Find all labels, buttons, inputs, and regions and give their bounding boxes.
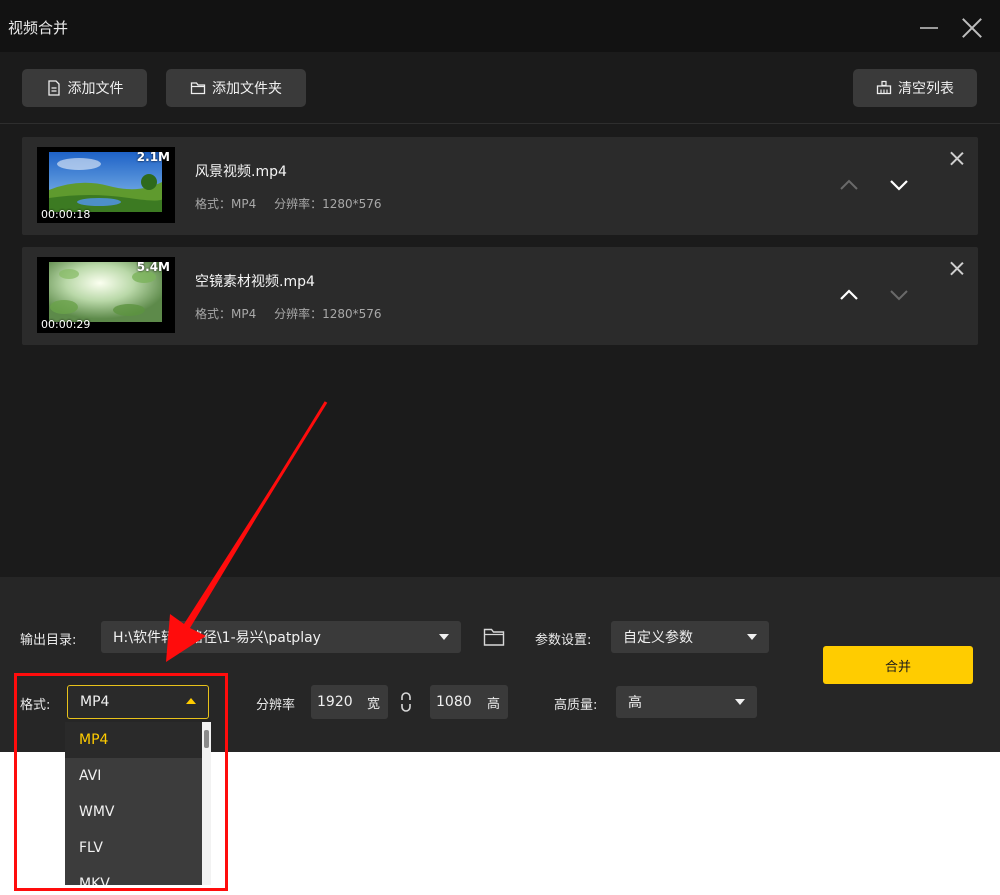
toolbar: 添加文件 添加文件夹 清空列表 [0,52,1000,124]
browse-folder-icon[interactable] [483,627,505,647]
move-up-icon[interactable] [837,283,861,307]
height-value: 1080 [436,694,472,710]
height-unit: 高 [486,697,500,712]
file-name: 空镜素材视频.mp4 [195,274,315,290]
video-duration: 00:00:18 [41,208,91,221]
move-up-icon[interactable] [837,173,861,197]
file-resolution: 分辨率：1280*576 [274,197,382,211]
remove-file-icon[interactable] [949,151,965,167]
output-dir-select[interactable]: H:\软件转换路径\1-易兴\patplay [101,621,461,653]
file-icon [47,80,60,96]
file-size: 2.1M [136,150,170,164]
move-down-icon[interactable] [887,283,911,307]
file-format: 格式：MP4 [195,307,257,321]
window-title: 视频合并 [8,19,69,37]
clear-list-button[interactable]: 清空列表 [853,69,977,107]
add-file-button[interactable]: 添加文件 [22,69,147,107]
file-item: 2.1M 00:00:18 风景视频.mp4 格式：MP4 分辨率：1280*5… [22,137,978,235]
close-icon[interactable] [961,17,983,39]
params-label: 参数设置: [535,633,592,648]
quality-value: 高 [628,695,642,711]
file-resolution: 分辨率：1280*576 [274,307,382,321]
clear-list-label: 清空列表 [898,81,954,97]
folder-icon [190,82,206,95]
params-select[interactable]: 自定义参数 [611,621,769,653]
broom-icon [876,80,892,95]
chevron-down-icon [735,699,745,705]
annotation-highlight-box [14,673,228,891]
width-input[interactable]: 1920 宽 [311,685,388,719]
add-folder-label: 添加文件夹 [212,81,282,97]
file-format: 格式：MP4 [195,197,257,211]
chevron-down-icon [439,634,449,640]
minimize-icon[interactable] [920,27,938,29]
chevron-down-icon [747,634,757,640]
quality-label: 高质量: [554,698,598,713]
move-down-icon[interactable] [887,173,911,197]
file-meta: 格式：MP4 分辨率：1280*576 [195,305,396,322]
file-meta: 格式：MP4 分辨率：1280*576 [195,195,396,212]
width-value: 1920 [317,694,353,710]
width-unit: 宽 [366,697,380,712]
aspect-link-icon[interactable] [398,691,414,713]
video-duration: 00:00:29 [41,318,91,331]
video-thumbnail: 5.4M 00:00:29 [37,257,175,333]
output-dir-value: H:\软件转换路径\1-易兴\patplay [113,630,321,646]
video-thumbnail: 2.1M 00:00:18 [37,147,175,223]
file-size: 5.4M [136,260,170,274]
resolution-label: 分辨率 [256,698,296,713]
add-folder-button[interactable]: 添加文件夹 [166,69,306,107]
height-input[interactable]: 1080 高 [430,685,508,719]
quality-select[interactable]: 高 [616,686,757,718]
params-value: 自定义参数 [623,630,693,646]
title-bar: 视频合并 [0,0,1000,52]
add-file-label: 添加文件 [67,81,124,97]
file-name: 风景视频.mp4 [195,164,287,180]
remove-file-icon[interactable] [949,261,965,277]
file-item: 5.4M 00:00:29 空镜素材视频.mp4 格式：MP4 分辨率：1280… [22,247,978,345]
output-dir-label: 输出目录: [20,633,77,648]
merge-button[interactable]: 合并 [823,646,973,684]
